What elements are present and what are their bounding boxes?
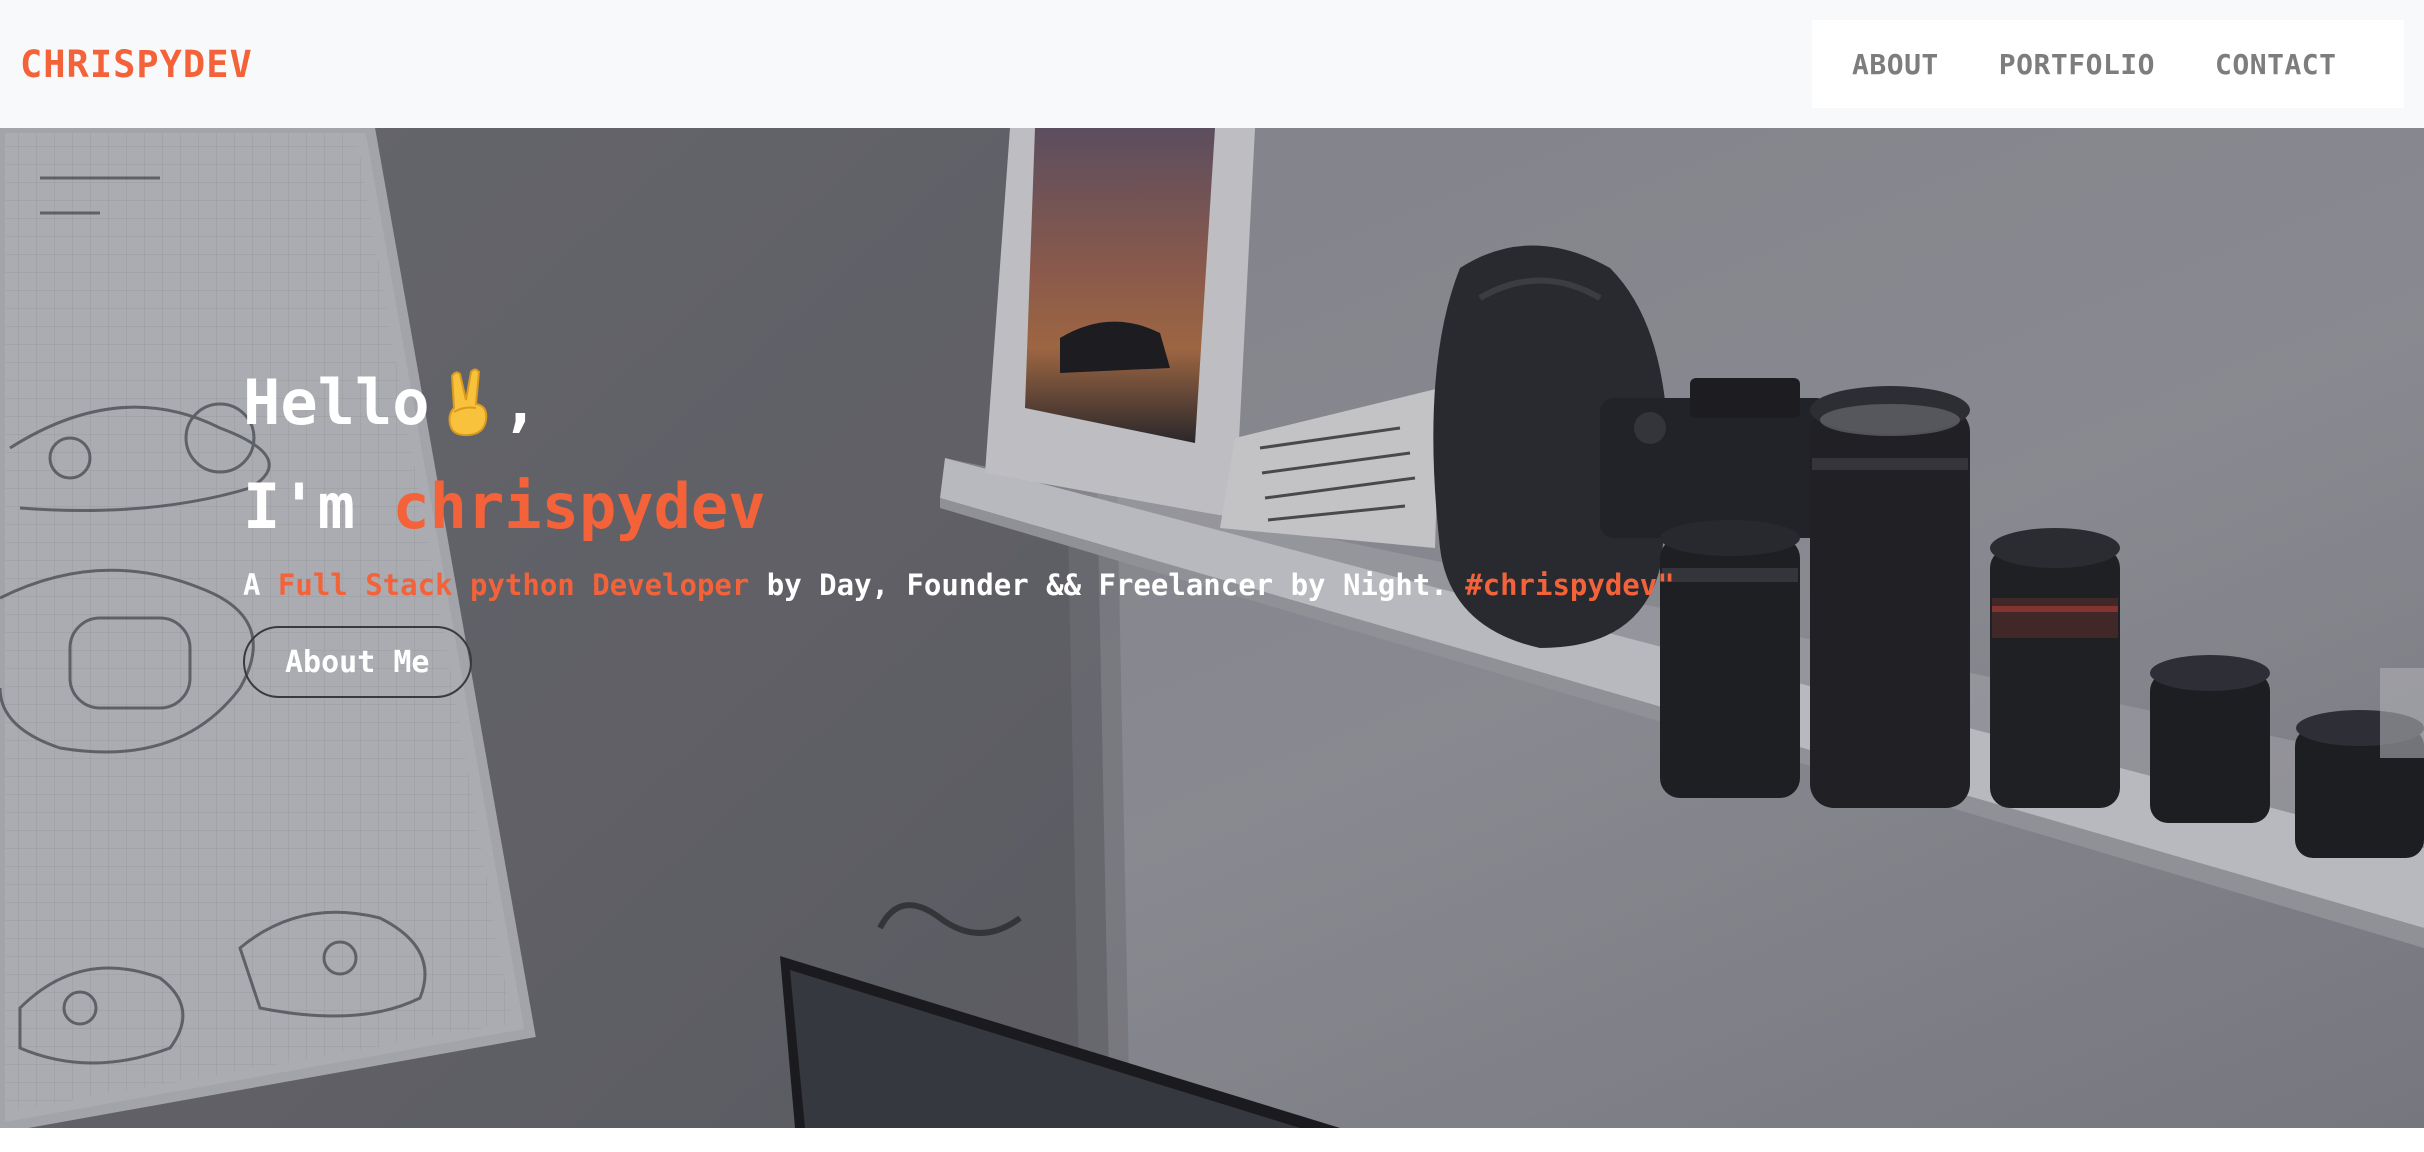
nav-link-portfolio[interactable]: PORTFOLIO	[1969, 48, 2185, 81]
about-me-button[interactable]: About Me	[243, 626, 472, 698]
intro-heading: I'm chrispydev	[243, 476, 1675, 538]
greeting-heading: Hello ,	[243, 368, 1675, 438]
brand-logo-link[interactable]: CHRISPYDEV	[20, 43, 253, 86]
nav-menu: ABOUT PORTFOLIO CONTACT	[1812, 20, 2404, 108]
greeting-word: Hello	[243, 366, 430, 439]
tagline-middle: by Day, Founder && Freelancer by Night.	[749, 568, 1466, 602]
intro-prefix: I'm	[243, 470, 393, 543]
tagline-hashtag: #chrispydev"	[1465, 568, 1675, 602]
victory-hand-icon	[448, 368, 487, 437]
hero-section: Hello , I'm chrispydev A Full Stack pyth…	[0, 128, 2424, 1128]
tagline-role: Full Stack python Developer	[277, 568, 750, 602]
hero-content: Hello , I'm chrispydev A Full Stack pyth…	[243, 368, 1675, 698]
greeting-punctuation: ,	[501, 366, 539, 439]
tagline-prefix: A	[243, 568, 278, 602]
nav-link-about[interactable]: ABOUT	[1822, 48, 1969, 81]
tagline: A Full Stack python Developer by Day, Fo…	[243, 568, 1675, 602]
nav-link-contact[interactable]: CONTACT	[2185, 48, 2367, 81]
navbar: CHRISPYDEV ABOUT PORTFOLIO CONTACT	[0, 0, 2424, 128]
intro-name: chrispydev	[392, 470, 766, 543]
page-bottom-strip	[0, 1128, 2424, 1152]
